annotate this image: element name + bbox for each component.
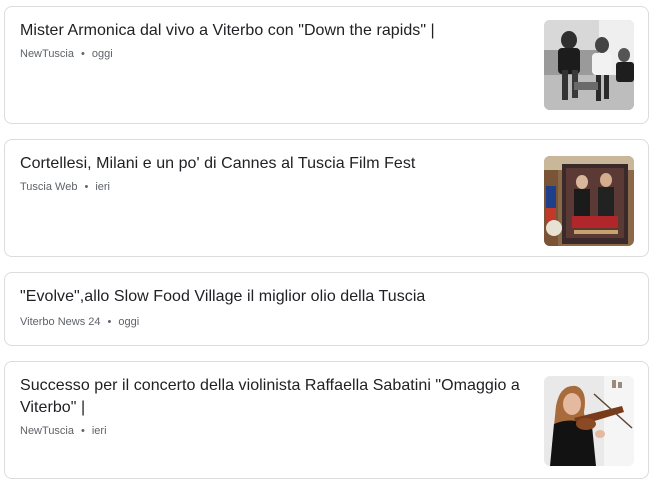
article-title[interactable]: Successo per il concerto della violinist… bbox=[20, 375, 535, 419]
article-thumbnail[interactable] bbox=[544, 376, 634, 466]
article-source: NewTuscia bbox=[20, 48, 74, 60]
news-card[interactable]: Cortellesi, Milani e un po' di Cannes al… bbox=[4, 139, 649, 257]
article-thumbnail[interactable] bbox=[544, 156, 634, 246]
news-card[interactable]: Successo per il concerto della violinist… bbox=[4, 361, 649, 479]
article-meta: Tuscia Web • ieri bbox=[20, 180, 110, 194]
news-feed: Mister Armonica dal vivo a Viterbo con "… bbox=[0, 0, 658, 490]
article-time: oggi bbox=[91, 48, 113, 60]
article-meta: NewTuscia • oggi bbox=[20, 47, 113, 61]
article-source: NewTuscia bbox=[20, 425, 74, 437]
news-card[interactable]: "Evolve",allo Slow Food Village il migli… bbox=[4, 272, 649, 346]
meta-separator: • bbox=[107, 316, 112, 328]
news-card[interactable]: Mister Armonica dal vivo a Viterbo con "… bbox=[4, 6, 649, 124]
article-title[interactable]: "Evolve",allo Slow Food Village il migli… bbox=[20, 286, 535, 308]
article-thumbnail[interactable] bbox=[544, 20, 634, 110]
article-meta: NewTuscia • ieri bbox=[20, 424, 107, 438]
meta-separator: • bbox=[81, 425, 85, 437]
article-title[interactable]: Mister Armonica dal vivo a Viterbo con "… bbox=[20, 20, 535, 42]
article-time: ieri bbox=[95, 181, 110, 193]
article-title[interactable]: Cortellesi, Milani e un po' di Cannes al… bbox=[20, 153, 535, 175]
article-meta: Viterbo News 24 • oggi bbox=[20, 315, 139, 329]
article-source: Viterbo News 24 bbox=[20, 316, 101, 328]
meta-separator: • bbox=[84, 181, 89, 193]
article-time: ieri bbox=[91, 425, 107, 437]
article-source: Tuscia Web bbox=[20, 181, 78, 193]
article-time: oggi bbox=[118, 316, 140, 328]
meta-separator: • bbox=[81, 48, 85, 60]
